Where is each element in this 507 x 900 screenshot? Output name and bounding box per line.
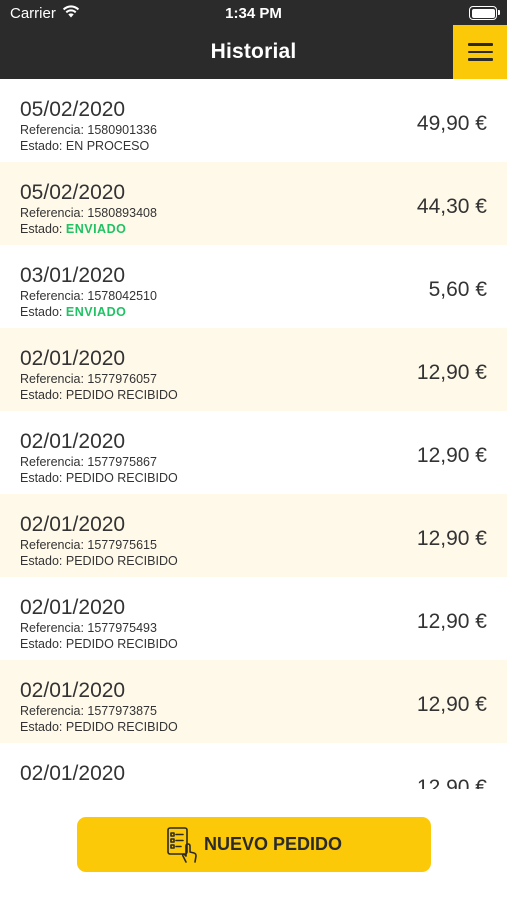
order-status: Estado: ENVIADO — [20, 305, 126, 319]
reference-label: Referencia: — [20, 372, 88, 386]
order-row[interactable]: 02/01/2020 Referencia: 1577975615 Estado: … — [0, 494, 507, 577]
order-amount: 5,60 € — [428, 278, 487, 301]
order-reference: Referencia: 1578042510 — [20, 289, 157, 303]
order-date: 02/01/2020 — [20, 596, 126, 619]
hamburger-menu-icon-bar — [467, 50, 493, 54]
menu-button[interactable] — [453, 25, 507, 79]
reference-label: Referencia: — [20, 206, 88, 220]
battery-icon — [469, 6, 500, 20]
status-label: Estado: — [20, 471, 66, 485]
status-label: Estado: — [20, 222, 66, 236]
status-value: ENVIADO — [65, 305, 127, 319]
status-label: Estado: — [20, 554, 66, 568]
reference-value: 1577973875 — [87, 704, 157, 718]
status-time: 1:34 PM — [225, 5, 282, 22]
order-reference: Referencia: 1577973875 — [20, 704, 157, 718]
order-date: 02/01/2020 — [20, 762, 126, 785]
order-date: 05/02/2020 — [20, 98, 126, 121]
order-amount: 49,90 € — [416, 112, 487, 135]
hamburger-menu-icon — [467, 43, 493, 46]
order-amount: 12,90 € — [416, 776, 487, 789]
order-row[interactable]: 02/01/2020 12,90 € — [0, 743, 507, 789]
order-date: 02/01/2020 — [20, 347, 126, 370]
status-value: PEDIDO RECIBIDO — [65, 554, 178, 568]
order-date: 05/02/2020 — [20, 181, 126, 204]
status-label: Estado: — [20, 139, 66, 153]
order-row[interactable]: 02/01/2020 Referencia: 1577973875 Estado: … — [0, 660, 507, 743]
order-row[interactable]: 02/01/2020 Referencia: 1577976057 Estado: … — [0, 328, 507, 411]
order-status: Estado: PEDIDO RECIBIDO — [20, 471, 178, 485]
status-value: PEDIDO RECIBIDO — [65, 471, 178, 485]
order-amount: 12,90 € — [416, 610, 487, 633]
order-row[interactable]: 02/01/2020 Referencia: 1577975867 Estado: … — [0, 411, 507, 494]
reference-value: 1580901336 — [87, 123, 157, 137]
reference-value: 1577975867 — [87, 455, 157, 469]
status-label: Estado: — [20, 305, 66, 319]
reference-value: 1577976057 — [87, 372, 157, 386]
order-status: Estado: EN PROCESO — [20, 139, 149, 153]
reference-label: Referencia: — [20, 289, 88, 303]
reference-label: Referencia: — [20, 123, 88, 137]
status-label: Estado: — [20, 388, 66, 402]
order-date: 02/01/2020 — [20, 430, 126, 453]
bottom-action-area: NUEVO PEDIDO — [0, 789, 507, 900]
order-row[interactable]: 05/02/2020 Referencia: 1580901336 Estado: … — [0, 79, 507, 162]
reference-value: 1578042510 — [87, 289, 157, 303]
reference-label: Referencia: — [20, 621, 88, 635]
order-status: Estado: PEDIDO RECIBIDO — [20, 554, 178, 568]
status-value: ENVIADO — [65, 222, 127, 236]
order-row[interactable]: 05/02/2020 Referencia: 1580893408 Estado: … — [0, 162, 507, 245]
order-date: 03/01/2020 — [20, 264, 126, 287]
order-status: Estado: PEDIDO RECIBIDO — [20, 388, 178, 402]
reference-value: 1577975615 — [87, 538, 157, 552]
order-amount: 12,90 € — [416, 361, 487, 384]
order-history-list[interactable]: 05/02/2020 Referencia: 1580901336 Estado: … — [0, 79, 507, 789]
status-bar: Carrier 1:34 PM — [0, 0, 507, 28]
reference-label: Referencia: — [20, 538, 88, 552]
order-reference: Referencia: 1577975615 — [20, 538, 157, 552]
reference-value: 1577975493 — [87, 621, 157, 635]
order-reference: Referencia: 1580901336 — [20, 123, 157, 137]
order-status: Estado: ENVIADO — [20, 222, 126, 236]
order-reference: Referencia: 1577975867 — [20, 455, 157, 469]
status-value: PEDIDO RECIBIDO — [65, 720, 178, 734]
order-row[interactable]: 03/01/2020 Referencia: 1578042510 Estado: … — [0, 245, 507, 328]
order-reference: Referencia: 1580893408 — [20, 206, 157, 220]
order-row[interactable]: 02/01/2020 Referencia: 1577975493 Estado: … — [0, 577, 507, 660]
app-header: Carrier 1:34 PM Historial — [0, 0, 507, 79]
reference-label: Referencia: — [20, 704, 88, 718]
order-status: Estado: PEDIDO RECIBIDO — [20, 637, 178, 651]
status-value: PEDIDO RECIBIDO — [65, 637, 178, 651]
status-value: EN PROCESO — [65, 139, 150, 153]
reference-value: 1580893408 — [87, 206, 157, 220]
order-reference: Referencia: 1577975493 — [20, 621, 157, 635]
order-checklist-hand-icon — [166, 826, 198, 864]
order-date: 02/01/2020 — [20, 679, 126, 702]
order-reference: Referencia: 1577976057 — [20, 372, 157, 386]
order-date: 02/01/2020 — [20, 513, 126, 536]
page-title: Historial — [210, 40, 297, 63]
order-amount: 12,90 € — [416, 693, 487, 716]
order-amount: 44,30 € — [416, 195, 487, 218]
status-value: PEDIDO RECIBIDO — [65, 388, 178, 402]
order-amount: 12,90 € — [416, 444, 487, 467]
status-label: Estado: — [20, 720, 66, 734]
new-order-button[interactable]: NUEVO PEDIDO — [77, 817, 431, 872]
new-order-label: NUEVO PEDIDO — [203, 834, 343, 854]
hamburger-menu-icon-bar — [467, 58, 493, 61]
status-label: Estado: — [20, 637, 66, 651]
order-amount: 12,90 € — [416, 527, 487, 550]
order-status: Estado: PEDIDO RECIBIDO — [20, 720, 178, 734]
reference-label: Referencia: — [20, 455, 88, 469]
